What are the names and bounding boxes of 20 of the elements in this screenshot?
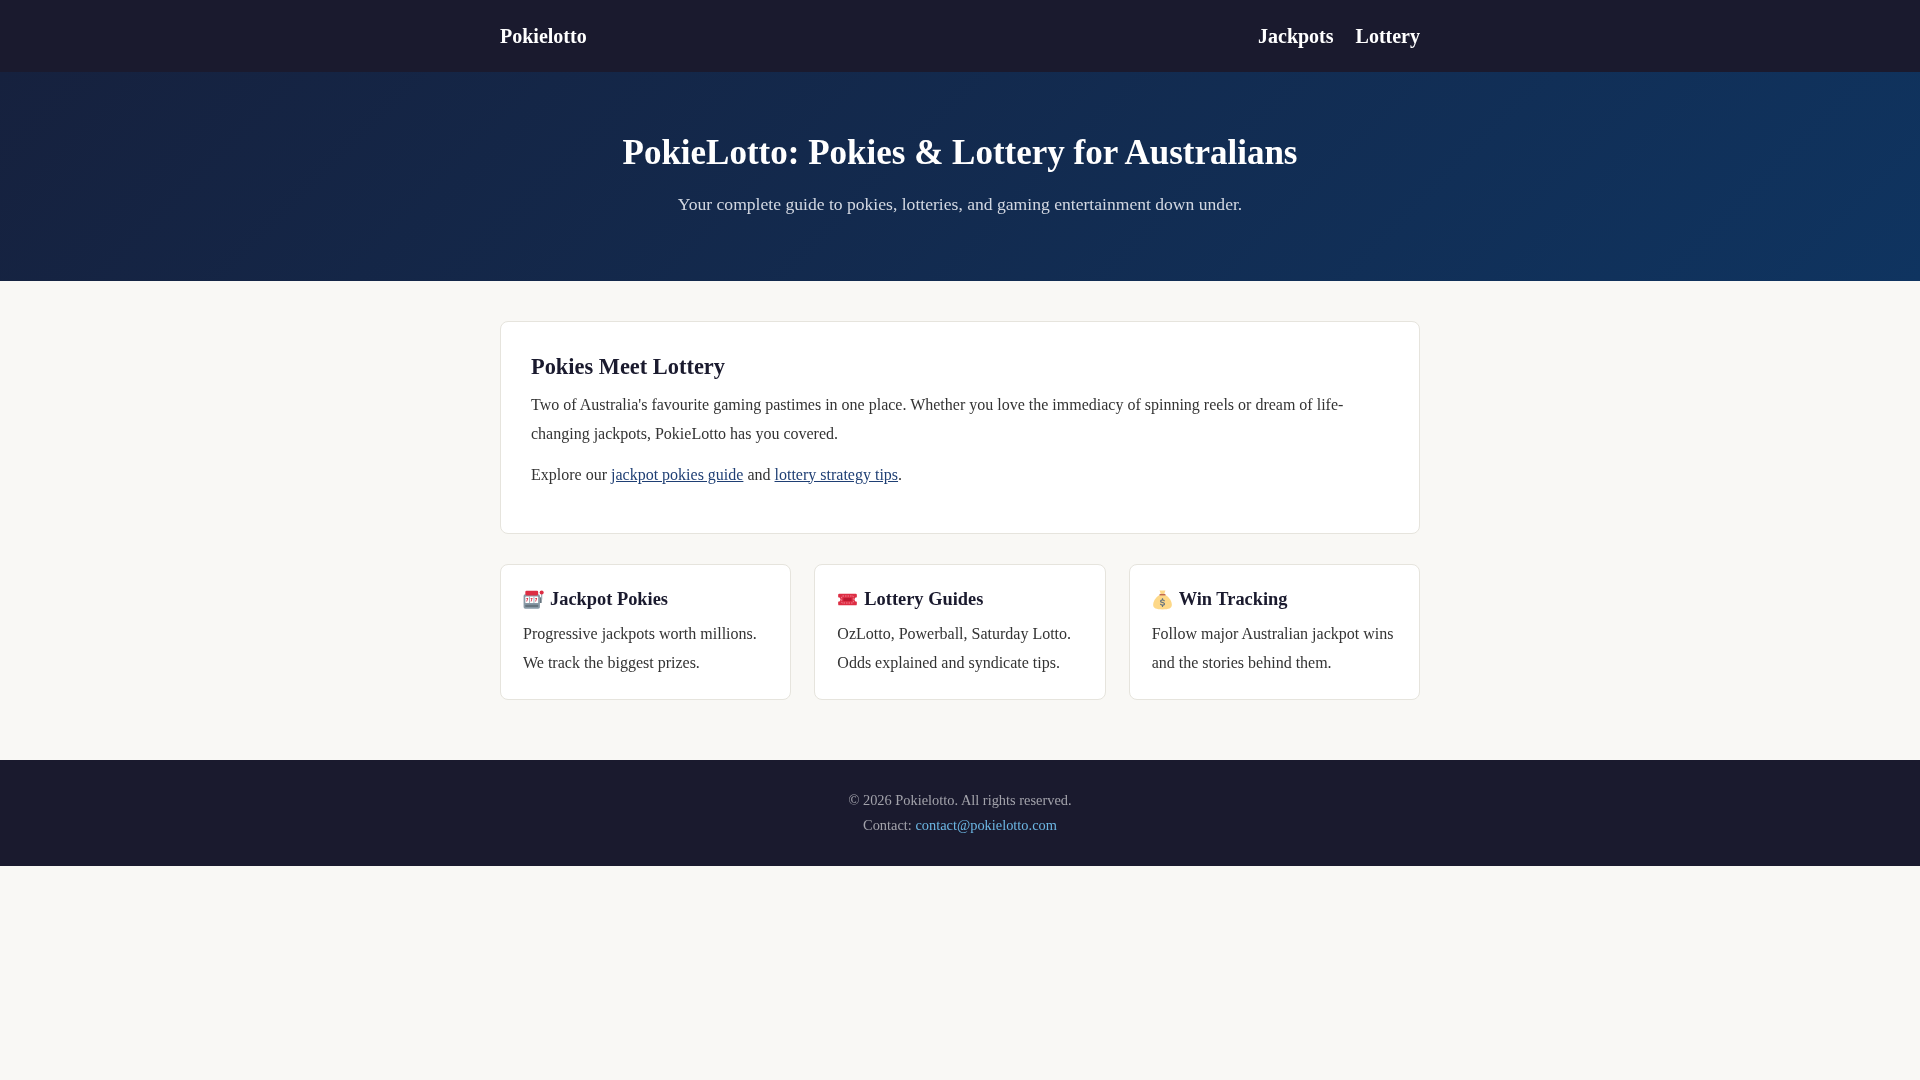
intro-paragraph: Two of Australia's favourite gaming pastimes in one place. Whether you love the immediacy of spinning reels or dream of life-changing jackpots, PokieLotto has you covered. [531, 395, 1345, 445]
nav-link[interactable]: Jackpots [1258, 22, 1334, 50]
feature-description: OzLotto, Powerball, Saturday Lotto. Odds explained and syndicate tips. [837, 624, 1073, 674]
contact-text: Contact: contact@pokielotto.com [862, 816, 1058, 835]
feature-title: Win Tracking [1178, 588, 1288, 612]
feature-title: Lottery Guides [864, 588, 984, 612]
hero-subtitle: Your complete guide to pokies, lotteries, and gaming entertainment down under. [676, 193, 1244, 216]
site-logo-link[interactable]: Pokielotto [500, 22, 587, 50]
feature-title: Jackpot Pokies [550, 588, 668, 612]
hero-title: PokieLotto: Pokies & Lottery for Australians [621, 132, 1299, 174]
slot-machine-icon [523, 588, 544, 610]
text-link[interactable]: jackpot pokies guide [611, 465, 744, 483]
money-bag-icon [1151, 588, 1173, 610]
feature-description: Follow major Australian jackpot wins and the stories behind them. [1151, 624, 1395, 674]
explore-paragraph: Explore our jackpot pokies guide and lottery strategy tips. [531, 464, 904, 486]
copyright-text: © 2026 Pokielotto. All rights reserved. [847, 791, 1073, 810]
card-heading: Pokies Meet Lottery [531, 353, 726, 381]
feature-description: Progressive jackpots worth millions. We track the biggest prizes. [523, 624, 758, 674]
email-link[interactable]: contact@pokielotto.com [915, 817, 1057, 833]
nav-link[interactable]: Lottery [1355, 22, 1420, 50]
